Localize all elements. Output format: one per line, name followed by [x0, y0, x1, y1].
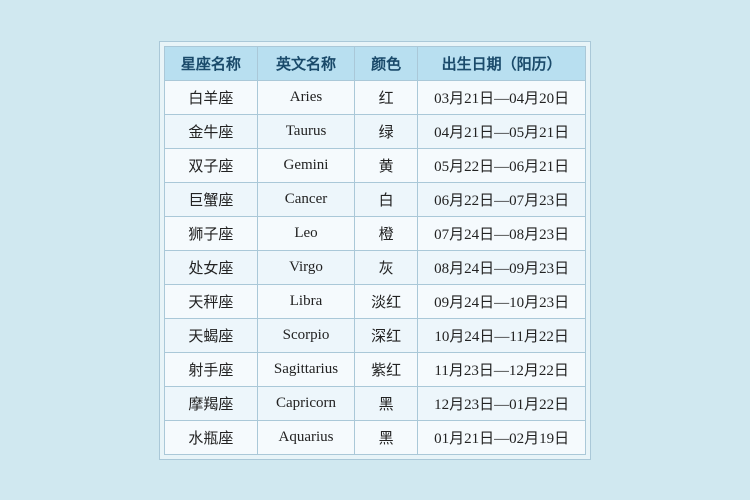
- cell-dates: 05月22日—06月21日: [418, 148, 586, 182]
- cell-color: 黄: [355, 148, 418, 182]
- table-body: 白羊座Aries红03月21日—04月20日金牛座Taurus绿04月21日—0…: [164, 80, 585, 454]
- table-row: 摩羯座Capricorn黑12月23日—01月22日: [164, 386, 585, 420]
- cell-color: 黑: [355, 420, 418, 454]
- table-row: 双子座Gemini黄05月22日—06月21日: [164, 148, 585, 182]
- cell-color: 红: [355, 80, 418, 114]
- cell-dates: 01月21日—02月19日: [418, 420, 586, 454]
- table-row: 水瓶座Aquarius黑01月21日—02月19日: [164, 420, 585, 454]
- cell-color: 白: [355, 182, 418, 216]
- table-row: 狮子座Leo橙07月24日—08月23日: [164, 216, 585, 250]
- cell-dates: 09月24日—10月23日: [418, 284, 586, 318]
- cell-english-name: Libra: [257, 284, 354, 318]
- cell-chinese-name: 白羊座: [164, 80, 257, 114]
- cell-dates: 10月24日—11月22日: [418, 318, 586, 352]
- cell-chinese-name: 双子座: [164, 148, 257, 182]
- header-english-name: 英文名称: [257, 46, 354, 80]
- cell-chinese-name: 处女座: [164, 250, 257, 284]
- cell-english-name: Taurus: [257, 114, 354, 148]
- cell-chinese-name: 射手座: [164, 352, 257, 386]
- cell-color: 深红: [355, 318, 418, 352]
- cell-dates: 12月23日—01月22日: [418, 386, 586, 420]
- header-dates: 出生日期（阳历）: [418, 46, 586, 80]
- cell-dates: 11月23日—12月22日: [418, 352, 586, 386]
- cell-color: 灰: [355, 250, 418, 284]
- cell-chinese-name: 巨蟹座: [164, 182, 257, 216]
- cell-chinese-name: 摩羯座: [164, 386, 257, 420]
- cell-english-name: Scorpio: [257, 318, 354, 352]
- cell-chinese-name: 天秤座: [164, 284, 257, 318]
- cell-color: 紫红: [355, 352, 418, 386]
- table-row: 白羊座Aries红03月21日—04月20日: [164, 80, 585, 114]
- table-row: 射手座Sagittarius紫红11月23日—12月22日: [164, 352, 585, 386]
- cell-color: 绿: [355, 114, 418, 148]
- table-row: 处女座Virgo灰08月24日—09月23日: [164, 250, 585, 284]
- zodiac-table: 星座名称 英文名称 颜色 出生日期（阳历） 白羊座Aries红03月21日—04…: [164, 46, 586, 455]
- cell-chinese-name: 天蝎座: [164, 318, 257, 352]
- header-chinese-name: 星座名称: [164, 46, 257, 80]
- cell-english-name: Sagittarius: [257, 352, 354, 386]
- cell-chinese-name: 水瓶座: [164, 420, 257, 454]
- cell-english-name: Aries: [257, 80, 354, 114]
- table-row: 天秤座Libra淡红09月24日—10月23日: [164, 284, 585, 318]
- cell-dates: 03月21日—04月20日: [418, 80, 586, 114]
- cell-chinese-name: 金牛座: [164, 114, 257, 148]
- table-row: 巨蟹座Cancer白06月22日—07月23日: [164, 182, 585, 216]
- cell-color: 橙: [355, 216, 418, 250]
- cell-english-name: Virgo: [257, 250, 354, 284]
- table-row: 金牛座Taurus绿04月21日—05月21日: [164, 114, 585, 148]
- cell-dates: 08月24日—09月23日: [418, 250, 586, 284]
- zodiac-table-container: 星座名称 英文名称 颜色 出生日期（阳历） 白羊座Aries红03月21日—04…: [159, 41, 591, 460]
- cell-dates: 04月21日—05月21日: [418, 114, 586, 148]
- cell-english-name: Leo: [257, 216, 354, 250]
- cell-color: 淡红: [355, 284, 418, 318]
- header-color: 颜色: [355, 46, 418, 80]
- cell-english-name: Aquarius: [257, 420, 354, 454]
- cell-dates: 06月22日—07月23日: [418, 182, 586, 216]
- cell-english-name: Gemini: [257, 148, 354, 182]
- cell-english-name: Capricorn: [257, 386, 354, 420]
- cell-dates: 07月24日—08月23日: [418, 216, 586, 250]
- table-row: 天蝎座Scorpio深红10月24日—11月22日: [164, 318, 585, 352]
- cell-english-name: Cancer: [257, 182, 354, 216]
- cell-color: 黑: [355, 386, 418, 420]
- table-header-row: 星座名称 英文名称 颜色 出生日期（阳历）: [164, 46, 585, 80]
- cell-chinese-name: 狮子座: [164, 216, 257, 250]
